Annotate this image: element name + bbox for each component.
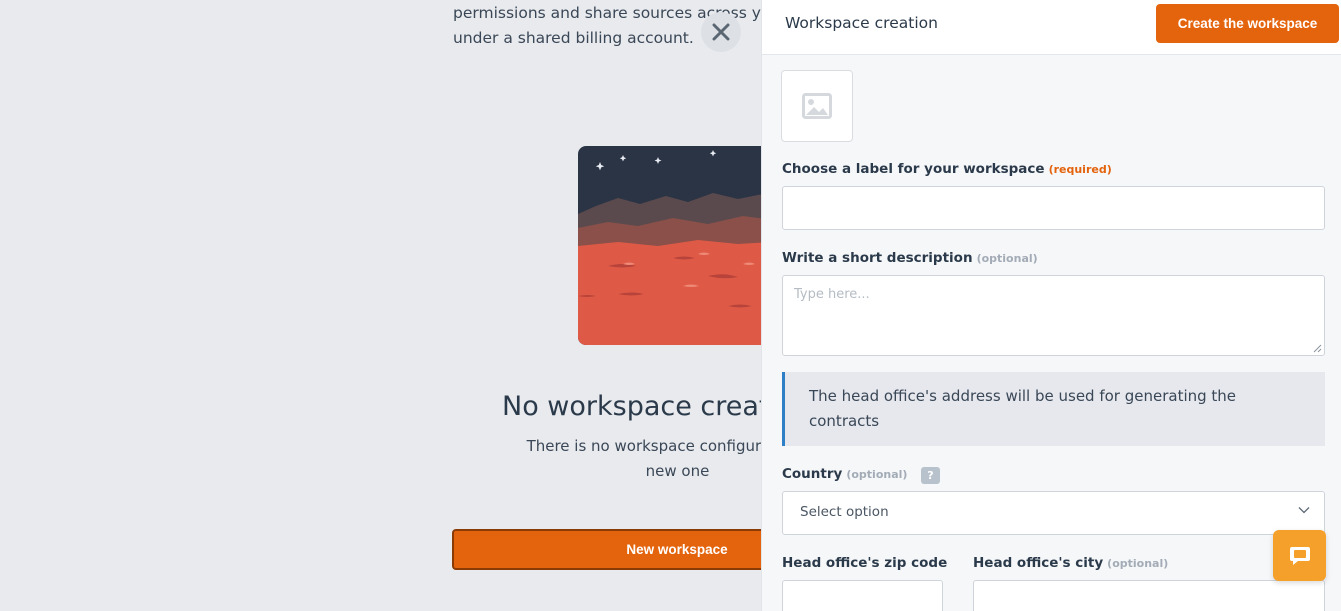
country-select-value: Select option <box>800 504 889 520</box>
optional-tag: (optional) <box>846 468 908 481</box>
workspace-label-text: Choose a label for your workspace <box>782 161 1045 177</box>
country-label: Country (optional) <box>782 466 907 482</box>
close-drawer-button[interactable] <box>701 12 741 52</box>
city-label: Head office's city (optional) <box>973 555 1168 571</box>
address-info-box: The head office's address will be used f… <box>782 372 1325 446</box>
new-workspace-label: New workspace <box>626 542 728 557</box>
resize-grip-icon[interactable] <box>1313 344 1322 353</box>
image-placeholder-icon <box>802 93 832 119</box>
city-label-text: Head office's city <box>973 555 1104 571</box>
zip-code-label: Head office's zip code <box>782 555 947 571</box>
drawer-header: Workspace creation Create the workspace <box>762 0 1341 55</box>
intro-line-2: under a shared billing account. <box>453 29 694 47</box>
description-textarea[interactable]: Type here... <box>782 275 1325 356</box>
country-label-text: Country <box>782 466 843 482</box>
description-label-text: Write a short description <box>782 250 973 266</box>
create-workspace-label: Create the workspace <box>1177 16 1318 31</box>
zip-code-label-text: Head office's zip code <box>782 555 948 571</box>
chevron-down-icon <box>1298 507 1310 514</box>
empty-state-illustration <box>578 146 788 345</box>
chat-icon <box>1289 546 1310 565</box>
optional-tag: (optional) <box>1107 557 1169 570</box>
description-placeholder: Type here... <box>794 287 870 302</box>
empty-desc-line-2: new one <box>645 462 710 480</box>
workspace-creation-drawer: Workspace creation Create the workspace … <box>761 0 1341 611</box>
chat-button[interactable] <box>1273 530 1326 581</box>
close-icon <box>712 23 730 41</box>
description-label: Write a short description (optional) <box>782 250 1038 266</box>
workspace-label-label: Choose a label for your workspace (requir… <box>782 161 1112 177</box>
workspace-logo-upload[interactable] <box>781 70 853 142</box>
drawer-title: Workspace creation <box>785 14 938 32</box>
help-icon[interactable]: ? <box>921 467 940 484</box>
empty-state-title: No workspace creat <box>502 391 770 422</box>
city-input[interactable] <box>973 580 1325 611</box>
address-info-text: The head office's address will be used f… <box>809 387 1237 430</box>
zip-code-input[interactable] <box>782 580 943 611</box>
workspace-label-input[interactable] <box>782 186 1325 230</box>
required-tag: (required) <box>1048 163 1112 176</box>
optional-tag: (optional) <box>976 252 1038 265</box>
create-workspace-button[interactable]: Create the workspace <box>1156 4 1339 43</box>
country-select[interactable]: Select option <box>782 491 1325 535</box>
